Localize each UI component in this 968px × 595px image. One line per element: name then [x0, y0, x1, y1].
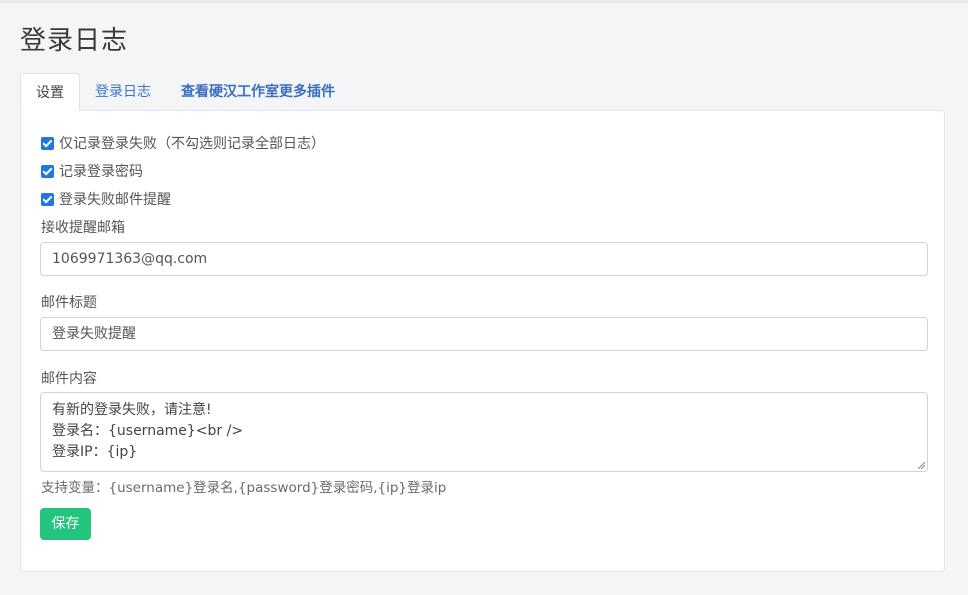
content-line: 登录名：{username}<br />	[52, 423, 244, 439]
content-textarea[interactable]: 有新的登录失败，请注意! 登录名：{username}<br /> 登录IP：{…	[40, 392, 928, 472]
content-line: 有新的登录失败，请注意!	[52, 402, 212, 418]
tab-bar: 设置 登录日志 查看硬汉工作室更多插件	[20, 73, 350, 111]
record-password-label: 记录登录密码	[59, 164, 143, 180]
top-divider	[0, 0, 968, 3]
tab-more-plugins[interactable]: 查看硬汉工作室更多插件	[166, 73, 350, 111]
only-failed-label: 仅记录登录失败（不勾选则记录全部日志）	[59, 136, 325, 152]
subject-input[interactable]: 登录失败提醒	[40, 317, 928, 351]
only-failed-option[interactable]: 仅记录登录失败（不勾选则记录全部日志）	[41, 133, 325, 153]
only-failed-checkbox[interactable]	[41, 136, 54, 150]
content-line: 登录IP：{ip}	[52, 444, 138, 460]
resize-grip-icon[interactable]	[917, 461, 925, 469]
record-password-option[interactable]: 记录登录密码	[41, 161, 143, 181]
email-input[interactable]: 1069971363@qq.com	[40, 242, 928, 276]
email-alert-label: 登录失败邮件提醒	[59, 192, 171, 208]
email-field-label: 接收提醒邮箱	[41, 220, 125, 236]
variables-help-text: 支持变量：{username}登录名,{password}登录密码,{ip}登录…	[41, 480, 447, 496]
page-title: 登录日志	[20, 26, 129, 56]
record-password-checkbox[interactable]	[41, 164, 54, 178]
subject-field-label: 邮件标题	[41, 295, 97, 311]
email-alert-checkbox[interactable]	[41, 192, 54, 206]
content-field-label: 邮件内容	[41, 371, 97, 387]
email-alert-option[interactable]: 登录失败邮件提醒	[41, 189, 171, 209]
settings-panel: 仅记录登录失败（不勾选则记录全部日志） 记录登录密码 登录失败邮件提醒 接收提醒…	[20, 110, 945, 572]
save-button[interactable]: 保存	[40, 508, 91, 540]
tab-settings[interactable]: 设置	[20, 73, 80, 111]
tab-login-log[interactable]: 登录日志	[80, 73, 166, 111]
